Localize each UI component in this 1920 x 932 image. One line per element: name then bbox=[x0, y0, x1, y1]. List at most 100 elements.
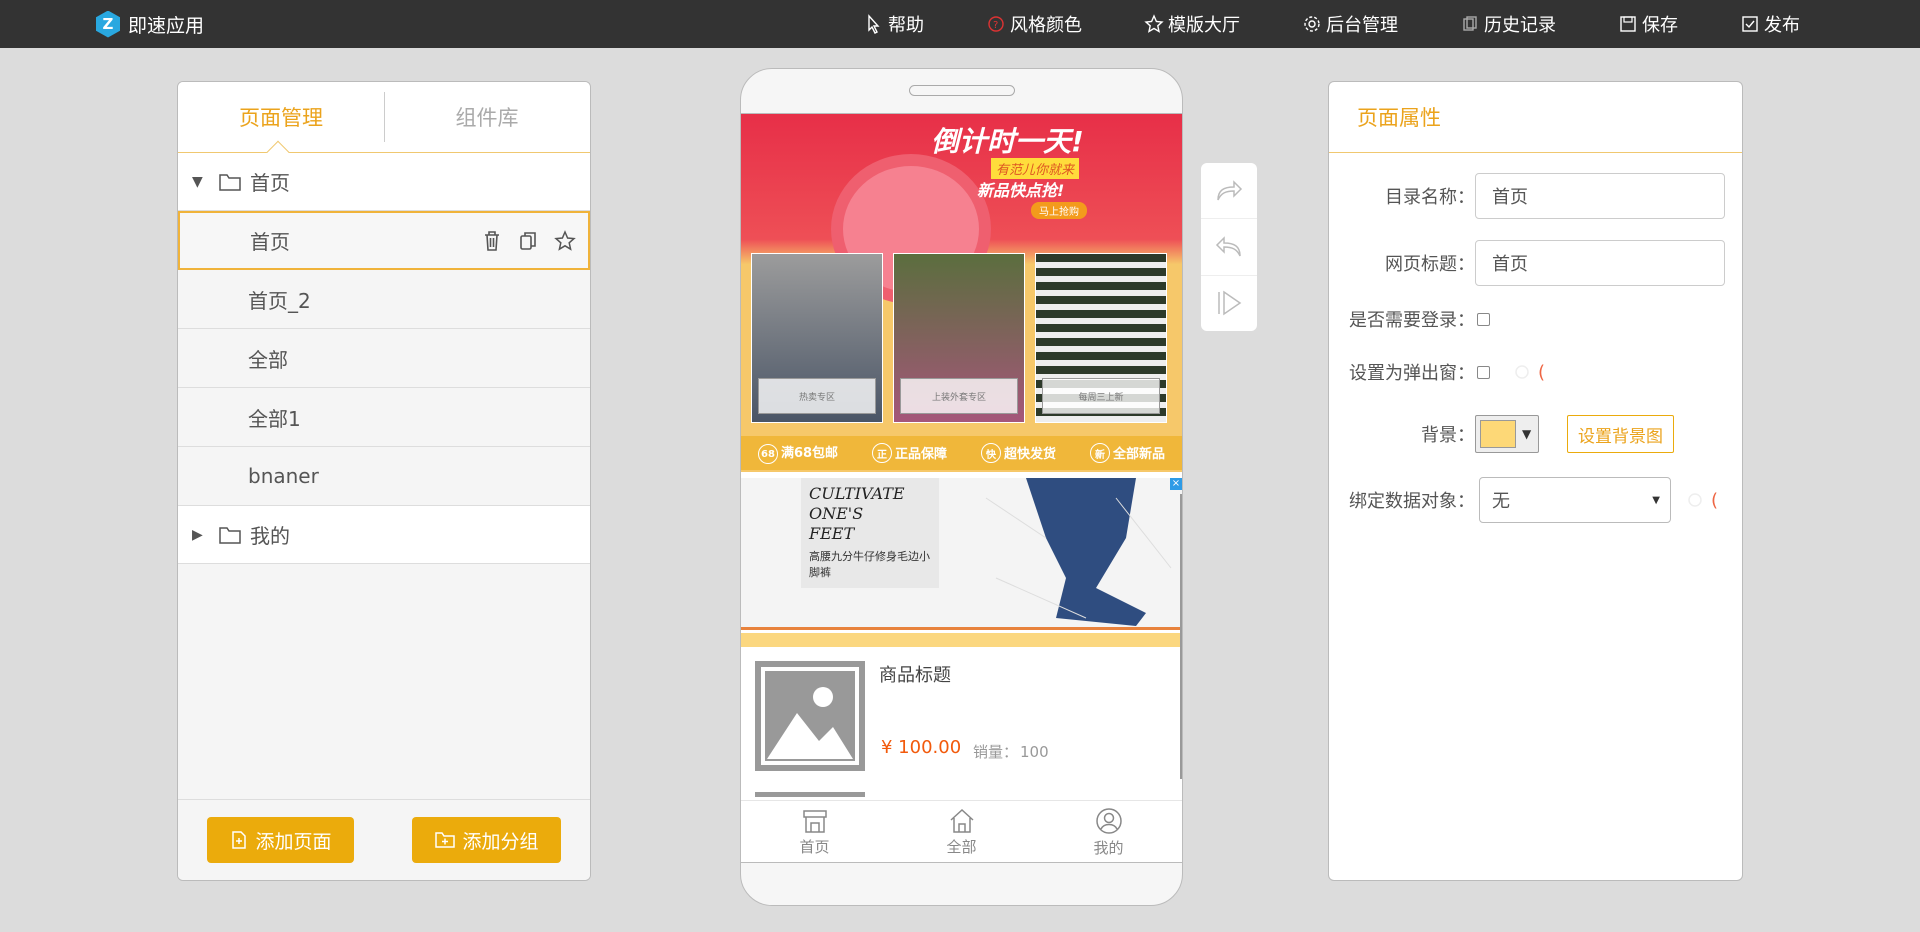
palette-icon: ? bbox=[988, 16, 1004, 32]
star-outline-icon[interactable] bbox=[554, 229, 576, 252]
feature-badge-icon: 68 bbox=[757, 444, 778, 465]
tabbar-item-mine[interactable]: 我的 bbox=[1035, 801, 1182, 862]
brand[interactable]: Z 即速应用 bbox=[96, 10, 204, 38]
bind-data-row: 绑定数据对象： 无 ▼ ( bbox=[1329, 477, 1718, 523]
nav-help[interactable]: 帮助 bbox=[864, 11, 924, 37]
nav-history-label: 历史记录 bbox=[1484, 15, 1556, 36]
bg-label: 背景： bbox=[1421, 425, 1475, 446]
nav-style-color-label: 风格颜色 bbox=[1010, 15, 1082, 36]
image-placeholder-icon bbox=[755, 661, 865, 771]
ad-text-box: CULTIVATE ONE'S FEET 高腰九分牛仔修身毛边小脚裤 bbox=[801, 478, 939, 588]
nav-admin[interactable]: 后台管理 bbox=[1302, 11, 1398, 37]
preview-button[interactable] bbox=[1201, 276, 1257, 331]
photo-tag: 每周三上新 bbox=[1042, 378, 1160, 414]
tree-item-label: 首页 bbox=[250, 230, 290, 254]
nav-save[interactable]: 保存 bbox=[1618, 11, 1678, 37]
ad-heading-line1: CULTIVATE ONE'S bbox=[809, 484, 905, 523]
undo-icon bbox=[1215, 236, 1241, 257]
expand-right-icon[interactable]: ▶ bbox=[192, 527, 214, 543]
bind-help[interactable]: ( bbox=[1687, 490, 1718, 511]
tree-item-label: 全部1 bbox=[248, 406, 301, 431]
nav-template-hall[interactable]: 模版大厅 bbox=[1144, 11, 1240, 37]
user-icon bbox=[1095, 807, 1122, 834]
phone-screen[interactable]: 倒计时一天! 有范儿你就来 新品快点抢! 马上抢购 热卖专区 上装外套专区 每周… bbox=[741, 113, 1182, 863]
bind-hint: ( bbox=[1711, 489, 1719, 511]
popup-row: 设置为弹出窗： ( bbox=[1329, 354, 1545, 390]
screen-scrollbar[interactable] bbox=[1180, 494, 1182, 779]
tree-item-label: 全部 bbox=[248, 347, 288, 372]
model-photo-3: 每周三上新 bbox=[1035, 253, 1167, 423]
popup-checkbox[interactable] bbox=[1477, 365, 1490, 379]
model-photo-2: 上装外套专区 bbox=[893, 253, 1025, 423]
tree-group-mine[interactable]: ▶ 我的 bbox=[178, 506, 590, 564]
nav-style-color[interactable]: ? 风格颜色 bbox=[986, 11, 1082, 37]
need-login-label: 是否需要登录： bbox=[1349, 310, 1475, 331]
nav-publish[interactable]: 发布 bbox=[1740, 11, 1800, 37]
undo-button[interactable] bbox=[1201, 219, 1257, 276]
page-title-input[interactable]: 首页 bbox=[1475, 240, 1725, 286]
expand-down-icon[interactable]: ▼ bbox=[192, 174, 214, 190]
page-title-row: 网页标题： 首页 bbox=[1329, 240, 1725, 286]
tab-page-manager[interactable]: 页面管理 bbox=[178, 82, 384, 152]
bind-data-value: 无 bbox=[1492, 491, 1510, 512]
add-page-label: 添加页面 bbox=[255, 830, 332, 853]
app-logo-icon: Z bbox=[96, 10, 120, 38]
tabbar-item-home[interactable]: 首页 bbox=[741, 801, 888, 862]
page-properties-panel: 页面属性 目录名称： 首页 网页标题： 首页 是否需要登录： 设置为弹出窗： (… bbox=[1328, 81, 1743, 881]
set-bg-image-button[interactable]: 设置背景图 bbox=[1567, 415, 1674, 453]
need-login-checkbox[interactable] bbox=[1477, 312, 1490, 326]
popup-help[interactable]: ( bbox=[1514, 362, 1545, 383]
dropdown-caret-icon: ▼ bbox=[1522, 427, 1532, 441]
redo-button[interactable] bbox=[1201, 163, 1257, 220]
sales-label: 销量： bbox=[973, 743, 1019, 761]
jeans-ad-banner[interactable]: CULTIVATE ONE'S FEET 高腰九分牛仔修身毛边小脚裤 × bbox=[741, 478, 1182, 630]
copy-icon[interactable] bbox=[518, 230, 538, 252]
tree-item-home-2[interactable]: 首页_2 bbox=[178, 270, 590, 329]
dir-name-label: 目录名称： bbox=[1385, 187, 1475, 208]
nav-save-label: 保存 bbox=[1642, 15, 1678, 36]
promo-banner[interactable]: 倒计时一天! 有范儿你就来 新品快点抢! 马上抢购 热卖专区 上装外套专区 每周… bbox=[741, 114, 1182, 472]
banner-title: 倒计时一天! bbox=[931, 125, 1084, 158]
feature-label: 满68包邮 bbox=[780, 445, 839, 461]
gear-icon bbox=[1304, 16, 1320, 32]
trash-icon[interactable] bbox=[482, 230, 502, 252]
add-folder-icon bbox=[435, 832, 456, 848]
history-icon bbox=[1463, 16, 1477, 31]
tabbar-label: 全部 bbox=[946, 837, 977, 856]
help-spinner-icon bbox=[1515, 365, 1529, 379]
add-group-button[interactable]: 添加分组 bbox=[412, 817, 561, 863]
product-price: ¥ 100.00 bbox=[881, 737, 962, 758]
bg-color-picker[interactable]: ▼ bbox=[1475, 415, 1539, 453]
tab-divider bbox=[384, 92, 385, 142]
pointer-icon bbox=[868, 14, 880, 34]
nav-help-label: 帮助 bbox=[888, 15, 924, 36]
nav-history[interactable]: 历史记录 bbox=[1460, 11, 1556, 37]
jeans-graphic bbox=[985, 478, 1172, 626]
need-login-row: 是否需要登录： bbox=[1329, 304, 1490, 334]
top-bar: Z 即速应用 帮助 ? 风格颜色 模版大厅 后台管理 历史记录 保存 发布 bbox=[0, 0, 1920, 48]
play-icon bbox=[1218, 290, 1242, 316]
phone-speaker bbox=[909, 85, 1015, 96]
divider-strip bbox=[741, 633, 1182, 647]
tab-component-library[interactable]: 组件库 bbox=[384, 82, 590, 152]
bind-data-label: 绑定数据对象： bbox=[1349, 491, 1475, 512]
feature-badge-icon: 新 bbox=[1089, 443, 1110, 464]
tree-item-all[interactable]: 全部 bbox=[178, 329, 590, 388]
left-footer: 添加页面 添加分组 bbox=[178, 799, 590, 880]
tree-item-all1[interactable]: 全部1 bbox=[178, 388, 590, 447]
nav-admin-label: 后台管理 bbox=[1326, 15, 1398, 36]
dir-name-input[interactable]: 首页 bbox=[1475, 173, 1725, 219]
tree-item-bnaner[interactable]: bnaner bbox=[178, 447, 590, 506]
feature-label: 超快发货 bbox=[1003, 446, 1056, 462]
feature-item: 快超快发货 bbox=[980, 443, 1056, 464]
ad-close-icon[interactable]: × bbox=[1170, 478, 1182, 490]
tree-group-label: 首页 bbox=[250, 171, 290, 195]
feature-item: 68 满68包邮 bbox=[757, 442, 839, 465]
product-card[interactable]: 商品标题 ¥ 100.00 销量： 100 bbox=[741, 647, 1182, 797]
tree-item-home[interactable]: 首页 bbox=[178, 211, 590, 270]
add-page-button[interactable]: 添加页面 bbox=[207, 817, 354, 863]
bind-data-select[interactable]: 无 ▼ bbox=[1479, 477, 1671, 523]
tabbar-item-all[interactable]: 全部 bbox=[888, 801, 1035, 862]
tree-group-home[interactable]: ▼ 首页 bbox=[178, 153, 590, 211]
home-icon bbox=[949, 808, 974, 833]
